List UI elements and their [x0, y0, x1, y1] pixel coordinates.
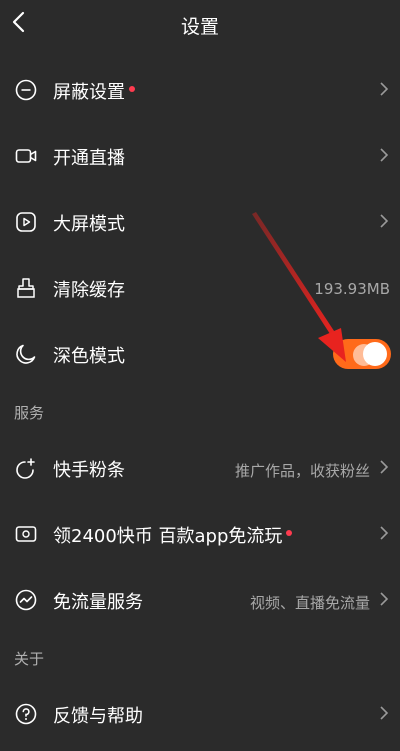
annotation-arrow — [252, 212, 346, 362]
